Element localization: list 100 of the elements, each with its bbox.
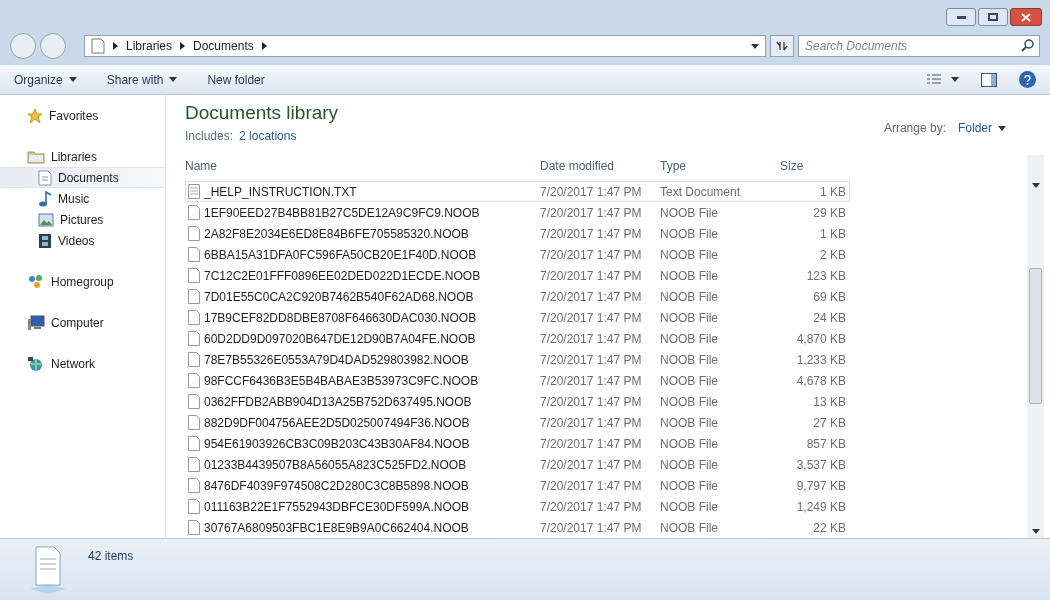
close-icon (1021, 12, 1031, 22)
date-cell-text: 7/20/2017 1:47 PM (540, 372, 643, 390)
refresh-button[interactable] (770, 35, 794, 57)
arrange-dropdown[interactable]: Folder (958, 119, 1006, 137)
scrollbar[interactable] (1027, 155, 1044, 538)
toolbar-button[interactable]: New folder (207, 70, 265, 89)
preview-pane-button[interactable] (981, 72, 997, 87)
caret-icon (1031, 183, 1040, 188)
file-name: 1EF90EED27B4BB81B27C5DE12A9C9FC9.NOOB (204, 204, 480, 222)
locations-link[interactable]: 2 locations (239, 127, 297, 145)
caret-icon (998, 125, 1006, 131)
file-name: 7C12C2E01FFF0896EE02DED022D1ECDE.NOOB (204, 267, 481, 285)
type-cell-text: NOOB File (660, 456, 719, 474)
file-icon (188, 268, 200, 283)
breadcrumb[interactable]: Documents (193, 37, 254, 55)
close-button[interactable] (1010, 8, 1042, 26)
size-cell-text: 857 KB (805, 435, 846, 453)
size-cell-text: 1,249 KB (795, 498, 846, 516)
caret-icon (169, 77, 178, 82)
size-cell-text: 9,797 KB (795, 477, 846, 495)
file-row[interactable]: 7C12C2E01FFF0896EE02DED022D1ECDE.NOOB 7/20/2017 1:47 PM NOOB File 123 KB (185, 265, 850, 286)
file-name: 17B9CEF82DD8DBE8708F646630DAC030.NOOB (204, 309, 477, 327)
search-field[interactable]: Search Documents (798, 35, 1040, 57)
type-cell-text: NOOB File (660, 330, 719, 348)
toolbar-button[interactable]: Organize (14, 70, 77, 89)
date-cell-text: 7/20/2017 1:47 PM (540, 330, 643, 348)
breadcrumb[interactable]: Libraries (126, 37, 173, 55)
view-options-button[interactable] (927, 74, 959, 85)
date-cell-text: 7/20/2017 1:47 PM (540, 519, 643, 537)
size-cell-text: 69 KB (812, 288, 846, 306)
file-row[interactable]: 01233B4439507B8A56055A823C525FD2.NOOB 7/20/2017 1:47 PM NOOB File 3,537 KB (185, 454, 850, 475)
column-header[interactable]: Size (780, 157, 820, 175)
file-name: 6BBA15A31DFA0FC596FA50CB20E1F40D.NOOB (204, 246, 477, 264)
size-cell-text: 4,870 KB (795, 330, 846, 348)
file-row[interactable]: 98FCCF6436B3E5B4BABAE3B53973C9FC.NOOB 7/20/2017 1:47 PM NOOB File 4,678 KB (185, 370, 850, 391)
nav-item[interactable]: Pictures (0, 209, 165, 230)
date-cell-text: 7/20/2017 1:47 PM (540, 288, 643, 306)
nav-item[interactable]: Documents (0, 167, 165, 188)
nav-item[interactable]: Libraries (0, 146, 165, 167)
film-icon (38, 232, 52, 249)
date-cell-text: 7/20/2017 1:47 PM (540, 351, 643, 369)
date-cell-text: 7/20/2017 1:47 PM (540, 414, 643, 432)
file-row[interactable]: 954E61903926CB3C09B203C43B30AF84.NOOB 7/20/2017 1:47 PM NOOB File 857 KB (185, 433, 850, 454)
nav-item[interactable]: Homegroup (0, 271, 165, 292)
question-mark-icon (1024, 74, 1031, 85)
file-icon (188, 520, 200, 535)
file-name: _HELP_INSTRUCTION.TXT (204, 183, 357, 201)
chevron-icon (261, 42, 267, 50)
file-icon (188, 499, 200, 514)
column-header[interactable]: Name (185, 157, 540, 175)
type-cell-text: NOOB File (660, 498, 719, 516)
size-cell-text: 1 KB (819, 183, 846, 201)
minimize-button[interactable] (946, 8, 976, 26)
file-row[interactable]: 1EF90EED27B4BB81B27C5DE12A9C9FC9.NOOB 7/20/2017 1:47 PM NOOB File 29 KB (185, 202, 850, 223)
nav-item[interactable]: Network (0, 353, 165, 374)
nav-item[interactable]: Favorites (0, 105, 165, 126)
nav-item[interactable]: Music (0, 188, 165, 209)
file-row[interactable]: 882D9DF004756AEE2D5D025007494F36.NOOB 7/20/2017 1:47 PM NOOB File 27 KB (185, 412, 850, 433)
file-row[interactable]: 011163B22E1F7552943DBFCE30DF599A.NOOB 7/20/2017 1:47 PM NOOB File 1,249 KB (185, 496, 850, 517)
address-bar[interactable]: Libraries Documents (84, 35, 766, 57)
column-header[interactable]: Date modified (540, 157, 660, 175)
chevron-icon (180, 42, 186, 50)
file-row[interactable]: 60D2DD9D097020B647DE12D90B7A04FE.NOOB 7/20/2017 1:47 PM NOOB File 4,870 KB (185, 328, 850, 349)
size-cell-text: 1 KB (819, 225, 846, 243)
date-cell-text: 7/20/2017 1:47 PM (540, 309, 643, 327)
library-title: Documents library (185, 101, 339, 125)
date-cell-text: 7/20/2017 1:47 PM (540, 246, 643, 264)
file-row[interactable]: 6BBA15A31DFA0FC596FA50CB20E1F40D.NOOB 7/20/2017 1:47 PM NOOB File 2 KB (185, 244, 850, 265)
caret-icon (1031, 529, 1040, 534)
maximize-button[interactable] (978, 8, 1008, 26)
file-name: 7D01E55C0CA2C920B7462B540F62AD68.NOOB (204, 288, 474, 306)
file-row[interactable]: 30767A6809503FBC1E8E9B9A0C662404.NOOB 7/20/2017 1:47 PM NOOB File 22 KB (185, 517, 850, 538)
file-name: 882D9DF004756AEE2D5D025007494F36.NOOB (204, 414, 470, 432)
date-cell-text: 7/20/2017 1:47 PM (540, 225, 643, 243)
file-name: 2A82F8E2034E6ED8E84B6FE705585320.NOOB (204, 225, 469, 243)
page-icon (91, 38, 105, 54)
file-row[interactable]: 2A82F8E2034E6ED8E84B6FE705585320.NOOB 7/20/2017 1:47 PM NOOB File 1 KB (185, 223, 850, 244)
date-cell-text: 7/20/2017 1:47 PM (540, 204, 643, 222)
item-count: 42 items (88, 548, 134, 565)
file-name: 0362FFDB2ABB904D13A25B752D637495.NOOB (204, 393, 472, 411)
file-icon (188, 457, 200, 472)
people-icon (27, 273, 45, 290)
date-cell-text: 7/20/2017 1:47 PM (540, 498, 643, 516)
file-row[interactable]: _HELP_INSTRUCTION.TXT 7/20/2017 1:47 PM Text Document 1 KB (185, 181, 850, 202)
file-row[interactable]: 78E7B55326E0553A79D4DAD529803982.NOOB 7/20/2017 1:47 PM NOOB File 1,233 KB (185, 349, 850, 370)
size-cell-text: 22 KB (812, 519, 846, 537)
nav-item[interactable]: Computer (0, 312, 165, 333)
toolbar-button[interactable]: Share with (106, 70, 178, 89)
file-row[interactable]: 17B9CEF82DD8DBE8708F646630DAC030.NOOB 7/20/2017 1:47 PM NOOB File 24 KB (185, 307, 850, 328)
column-header[interactable]: Type (660, 157, 780, 175)
computer-icon (27, 314, 45, 331)
file-row[interactable]: 7D01E55C0CA2C920B7462B540F62AD68.NOOB 7/20/2017 1:47 PM NOOB File 69 KB (185, 286, 850, 307)
nav-item[interactable]: Videos (0, 230, 165, 251)
help-button[interactable] (1019, 71, 1036, 88)
file-row[interactable]: 0362FFDB2ABB904D13A25B752D637495.NOOB 7/20/2017 1:47 PM NOOB File 13 KB (185, 391, 850, 412)
file-row[interactable]: 8476DF4039F974508C2D280C3C8B5898.NOOB 7/20/2017 1:47 PM NOOB File 9,797 KB (185, 475, 850, 496)
type-cell-text: NOOB File (660, 372, 719, 390)
type-cell-text: NOOB File (660, 393, 719, 411)
file-icon (188, 352, 200, 367)
file-icon (188, 394, 200, 409)
